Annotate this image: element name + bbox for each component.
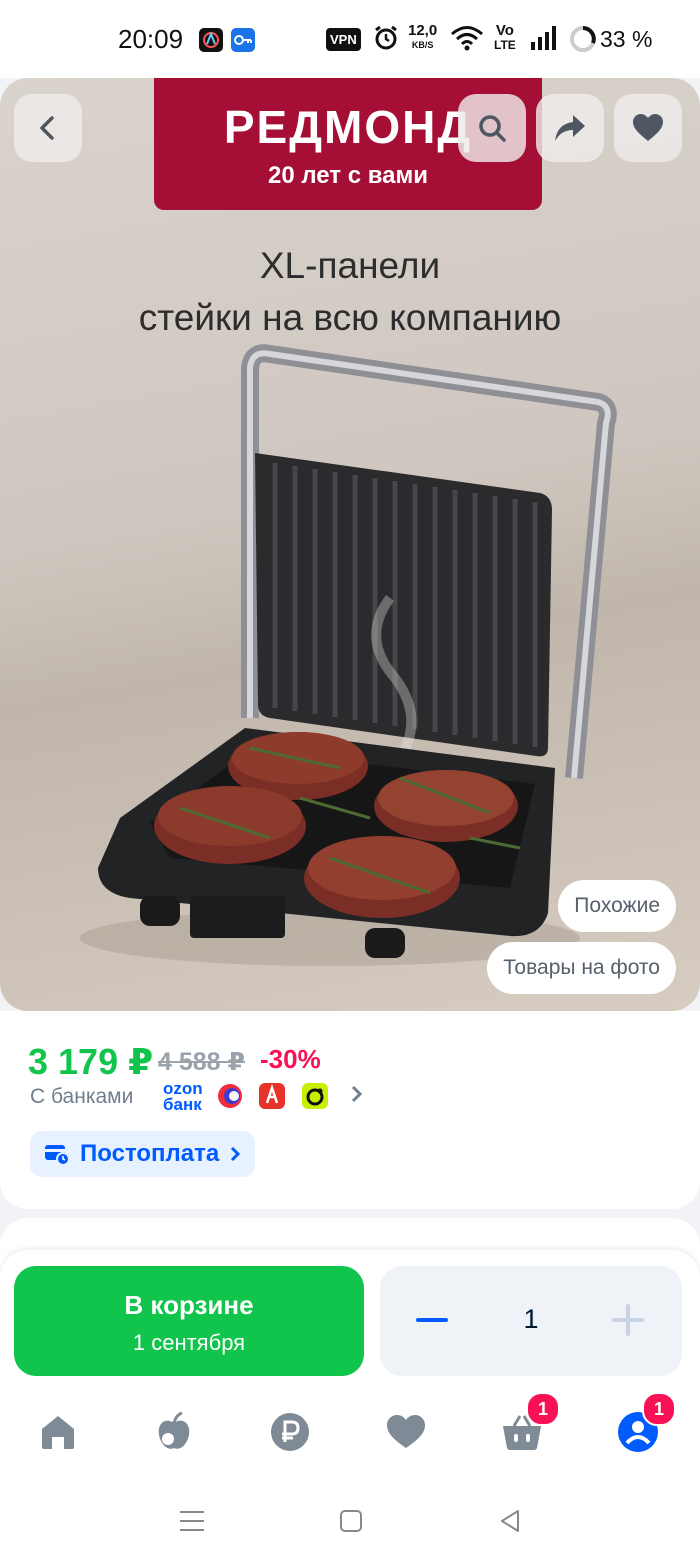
ozon-bank-line-2: банк bbox=[163, 1095, 202, 1114]
in-cart-button[interactable]: В корзине 1 сентября bbox=[14, 1266, 364, 1376]
favorite-button[interactable] bbox=[614, 94, 682, 162]
favorite-heart-icon bbox=[633, 114, 663, 141]
triangle-back-icon bbox=[501, 1510, 519, 1532]
wifi-icon bbox=[450, 24, 484, 57]
app-notification-icon bbox=[199, 28, 223, 52]
similar-products-chip[interactable]: Похожие bbox=[558, 880, 676, 932]
price-card: 3 179 ₽ 4 588 ₽ -30% С банками ozon банк … bbox=[0, 1011, 700, 1209]
share-icon bbox=[555, 115, 585, 141]
bank-2-icon bbox=[259, 1083, 285, 1109]
system-back-button[interactable] bbox=[490, 1506, 530, 1536]
battery-percent: 33 % bbox=[600, 26, 653, 52]
status-time: 20:09 bbox=[118, 24, 184, 54]
delivery-date: 1 сентября bbox=[132, 1330, 246, 1355]
nav-fresh[interactable] bbox=[146, 1406, 202, 1458]
apple-icon bbox=[158, 1411, 190, 1449]
system-menu-button[interactable] bbox=[172, 1506, 212, 1536]
current-price: 3 179 ₽ bbox=[28, 1041, 154, 1082]
postpay-card-icon bbox=[45, 1145, 70, 1166]
discount-badge: -30% bbox=[260, 1044, 321, 1074]
bank-3-icon bbox=[302, 1083, 328, 1109]
postpay-button[interactable]: Постоплата bbox=[30, 1131, 256, 1177]
add-to-cart-bar: В корзине 1 сентября 1 bbox=[0, 1250, 700, 1384]
system-navigation-bar bbox=[0, 1478, 700, 1564]
status-bar: 20:09 VPN 12,0 KB/S Vo LTE 33 % bbox=[0, 0, 700, 78]
banks-label: С банками bbox=[30, 1085, 134, 1108]
cart-count-badge: 1 bbox=[526, 1392, 560, 1426]
search-icon bbox=[479, 115, 506, 142]
bank-1-icon bbox=[217, 1083, 243, 1109]
nav-finance[interactable] bbox=[262, 1406, 318, 1458]
nav-cart[interactable]: 1 bbox=[494, 1392, 560, 1458]
postpay-label: Постоплата bbox=[80, 1140, 220, 1167]
profile-notification-badge: 1 bbox=[642, 1392, 676, 1426]
nav-profile[interactable]: 1 bbox=[610, 1392, 676, 1458]
products-in-photo-chip[interactable]: Товары на фото bbox=[487, 942, 676, 994]
search-button[interactable] bbox=[458, 94, 526, 162]
product-image-grill bbox=[80, 344, 617, 966]
alarm-icon bbox=[372, 24, 400, 57]
battery-ring-icon bbox=[568, 24, 598, 59]
in-cart-label: В корзине bbox=[124, 1290, 254, 1320]
back-button[interactable] bbox=[14, 94, 82, 162]
ozon-bank-logo: ozon банк bbox=[163, 1080, 203, 1114]
increase-quantity-button[interactable] bbox=[612, 1304, 644, 1336]
lte-label: LTE bbox=[494, 38, 516, 52]
back-arrow-icon bbox=[40, 116, 54, 140]
speed-unit: KB/S bbox=[411, 40, 434, 50]
signal-icon bbox=[529, 24, 557, 57]
system-home-button[interactable] bbox=[331, 1506, 371, 1536]
chevron-right-icon bbox=[350, 1084, 364, 1110]
chevron-right-icon bbox=[231, 1146, 241, 1162]
bottom-navigation: 1 1 bbox=[0, 1384, 700, 1478]
volte-label: Vo bbox=[495, 22, 514, 39]
volte-indicator: Vo LTE bbox=[494, 22, 516, 52]
square-icon bbox=[340, 1510, 362, 1532]
key-icon bbox=[231, 28, 255, 52]
old-price: 4 588 ₽ bbox=[158, 1048, 245, 1076]
vpn-indicator: VPN bbox=[326, 28, 361, 51]
speed-value: 12,0 bbox=[408, 22, 438, 39]
network-speed: 12,0 KB/S bbox=[408, 22, 438, 52]
menu-icon bbox=[180, 1511, 204, 1531]
home-icon bbox=[42, 1416, 74, 1449]
heart-icon bbox=[387, 1415, 425, 1448]
quantity-stepper: 1 bbox=[380, 1266, 682, 1376]
share-button[interactable] bbox=[536, 94, 604, 162]
product-gallery[interactable]: РЕДМОНД 20 лет с вами XL-панели стейки н… bbox=[0, 78, 700, 1011]
nav-home[interactable] bbox=[30, 1406, 86, 1458]
ruble-icon bbox=[271, 1413, 309, 1451]
nav-favorites[interactable] bbox=[378, 1406, 434, 1458]
